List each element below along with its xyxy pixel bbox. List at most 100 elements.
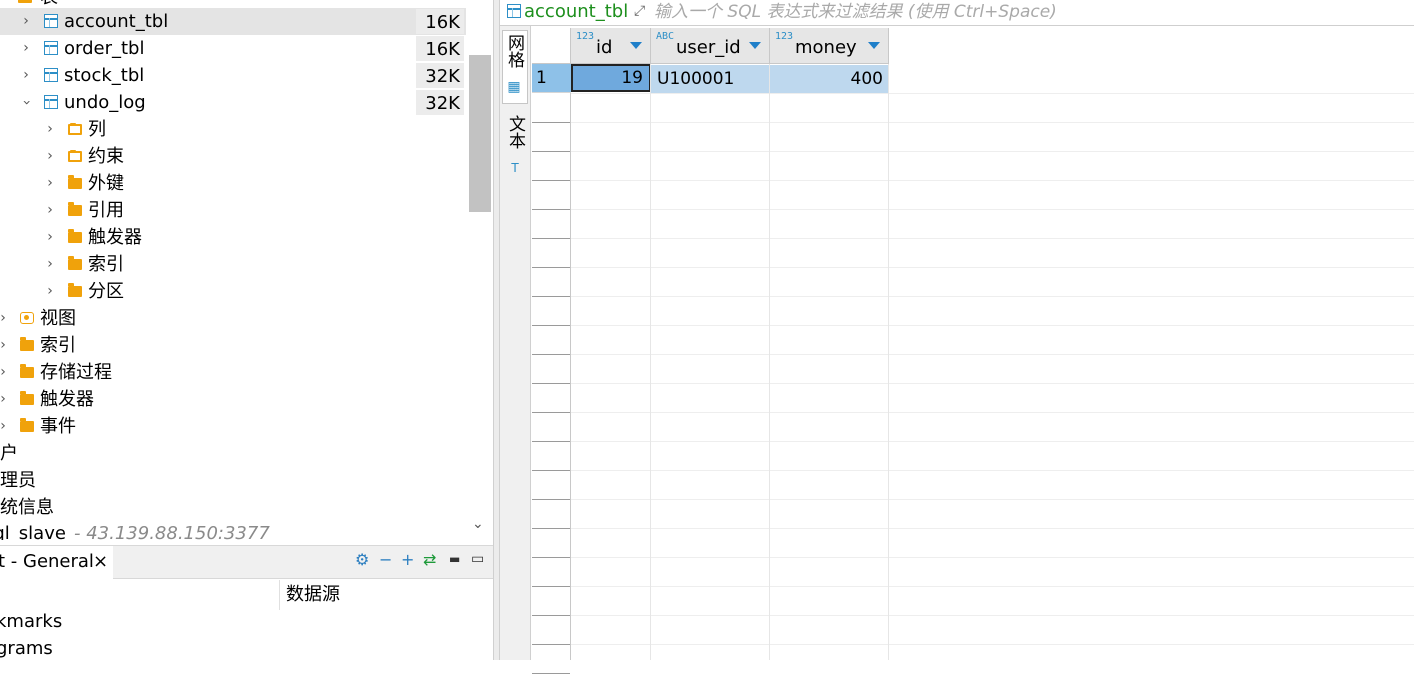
dropdown-arrow-icon[interactable] (749, 42, 761, 49)
results-grid: 123 id ABC user_id 123 money 1 19 U10000… (532, 26, 1414, 674)
tree-item-order-tbl[interactable]: › order_tbl 16K (0, 35, 466, 62)
scroll-down-icon[interactable]: ⌄ (472, 516, 484, 532)
panel-toolbar: ⚙ − + ⇄ ▬ ▭ (113, 546, 493, 579)
expand-icon[interactable]: ⤢ (634, 0, 645, 22)
chevron-right-icon[interactable]: › (45, 251, 55, 278)
folder-icon (20, 364, 34, 378)
navigator-scrollbar-thumb[interactable] (469, 55, 491, 212)
chevron-right-icon[interactable]: › (0, 332, 8, 359)
chevron-right-icon[interactable]: › (45, 116, 55, 143)
table-icon (507, 4, 521, 18)
chevron-right-icon[interactable]: › (0, 386, 8, 413)
dropdown-arrow-icon[interactable] (630, 42, 642, 49)
gear-icon[interactable]: ⚙ (355, 550, 369, 569)
column-header-money[interactable]: 123 money (770, 28, 889, 64)
grid-row-line (571, 528, 1414, 529)
row-number-line (532, 325, 570, 326)
project-panel: t - General × ⚙ − + ⇄ ▬ ▭ 数据源 kmarks gra… (0, 545, 493, 661)
tab-text[interactable]: 文本 T (502, 114, 528, 182)
tree-item-events[interactable]: › 事件 (0, 413, 466, 440)
tree-item-columns[interactable]: › 列 (0, 116, 466, 143)
tree-item-stock-tbl[interactable]: › stock_tbl 32K (0, 62, 466, 89)
collapse-icon[interactable]: − (379, 550, 392, 569)
tree-item-schema-triggers[interactable]: › 触发器 (0, 386, 466, 413)
grid-column-line (650, 64, 651, 660)
chevron-right-icon[interactable]: › (45, 197, 55, 224)
tree-item-views[interactable]: › 视图 (0, 305, 466, 332)
tree-item-schema-indexes[interactable]: › 索引 (0, 332, 466, 359)
grid-cell-money[interactable]: 400 (770, 65, 889, 93)
row-number-line (532, 615, 570, 616)
chevron-right-icon[interactable]: › (0, 413, 8, 440)
row-number-line (532, 644, 570, 645)
folder-icon (20, 418, 34, 432)
table-size-badge: 16K (416, 9, 464, 34)
text-icon: T (511, 160, 519, 175)
row-number-line (532, 267, 570, 268)
folder-icon (68, 202, 82, 216)
chevron-right-icon[interactable]: › (45, 143, 55, 170)
row-number-line (532, 441, 570, 442)
tree-item-account-tbl[interactable]: › account_tbl 16K (0, 8, 466, 35)
tree-item-undo-log[interactable]: › undo_log 32K (0, 89, 466, 116)
list-item-diagrams[interactable]: grams (0, 635, 53, 662)
grid-row-line (571, 557, 1414, 558)
grid-row-line (571, 470, 1414, 471)
grid-corner[interactable] (532, 28, 571, 64)
tree-item-foreign-keys[interactable]: › 外键 (0, 170, 466, 197)
chevron-down-icon[interactable]: › (13, 98, 40, 108)
tree-item-references[interactable]: › 引用 (0, 197, 466, 224)
chevron-right-icon[interactable]: › (45, 224, 55, 251)
grid-row-line (571, 586, 1414, 587)
maximize-icon[interactable]: ▭ (471, 551, 484, 567)
columns-icon (68, 123, 82, 135)
dropdown-arrow-icon[interactable] (868, 42, 880, 49)
filter-input[interactable] (650, 0, 1414, 24)
column-header-id[interactable]: 123 id (571, 28, 651, 64)
tab-project-general[interactable]: t - General × (0, 546, 114, 578)
close-icon[interactable]: × (93, 546, 108, 578)
tree-item-constraints[interactable]: › 约束 (0, 143, 466, 170)
table-size-badge: 32K (416, 90, 464, 115)
grid-row-line (571, 267, 1414, 268)
column-header-user-id[interactable]: ABC user_id (651, 28, 770, 64)
chevron-right-icon[interactable]: › (21, 35, 31, 62)
grid-cell-id[interactable]: 19 (571, 64, 651, 92)
chevron-right-icon[interactable]: › (0, 359, 8, 386)
row-number-line (532, 499, 570, 500)
chevron-right-icon[interactable]: › (21, 62, 31, 89)
active-table-label[interactable]: account_tbl (524, 0, 628, 24)
tree-item-partitions[interactable]: › 分区 (0, 278, 466, 305)
list-item-bookmarks[interactable]: kmarks (0, 608, 62, 635)
chevron-right-icon[interactable]: › (45, 278, 55, 305)
grid-cell-user-id[interactable]: U100001 (651, 65, 770, 93)
numeric-type-icon: 123 (775, 31, 794, 42)
row-number[interactable]: 1 (532, 64, 571, 93)
row-number-divider (570, 64, 571, 660)
row-number-line (532, 557, 570, 558)
column-header-datasource[interactable]: 数据源 (279, 580, 496, 610)
table-icon (44, 68, 58, 82)
table-icon (44, 95, 58, 109)
folder-icon (68, 175, 82, 189)
grid-row-line (571, 238, 1414, 239)
row-number-line (532, 180, 570, 181)
tree-item-procedures[interactable]: › 存储过程 (0, 359, 466, 386)
chevron-right-icon[interactable]: › (21, 8, 31, 35)
minimize-icon[interactable]: ▬ (449, 552, 460, 566)
chevron-right-icon[interactable]: › (0, 305, 8, 332)
tree-item-connection[interactable]: sql_slave - 43.139.88.150:3377 (0, 520, 464, 540)
tab-grid[interactable]: 网格 ▦ (502, 30, 528, 104)
grid-row-line (571, 383, 1414, 384)
grid-row-line (571, 644, 1414, 645)
link-editor-icon[interactable]: ⇄ (423, 550, 436, 569)
tree-item-indexes[interactable]: › 索引 (0, 251, 466, 278)
constraints-icon (68, 150, 82, 162)
grid-row-line (571, 151, 1414, 152)
chevron-right-icon[interactable]: › (45, 170, 55, 197)
grid-row-line (571, 122, 1414, 123)
table-icon (44, 41, 58, 55)
expand-icon[interactable]: + (401, 550, 414, 569)
panel-splitter[interactable] (493, 0, 500, 660)
tree-item-triggers[interactable]: › 触发器 (0, 224, 466, 251)
